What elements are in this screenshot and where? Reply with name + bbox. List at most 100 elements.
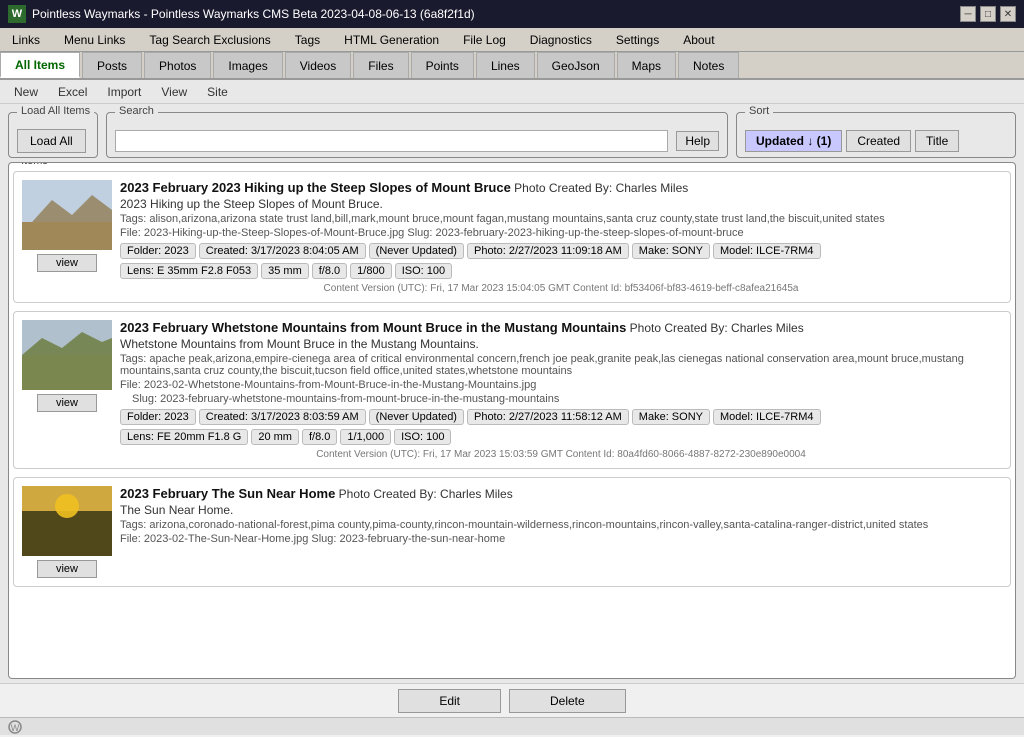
delete-button[interactable]: Delete (509, 689, 626, 713)
content-version-2: Content Version (UTC): Fri, 17 Mar 2023 … (120, 449, 1002, 460)
menu-tags[interactable]: Tags (283, 28, 332, 51)
item-badges2-1: Lens: E 35mm F2.8 F053 35 mm f/8.0 1/800… (120, 263, 1002, 279)
badge: (Never Updated) (369, 409, 464, 425)
load-all-label: Load All Items (17, 105, 94, 117)
titlebar-controls: ─ □ ✕ (960, 6, 1016, 22)
badge: Photo: 2/27/2023 11:58:12 AM (467, 409, 629, 425)
toolbar-view[interactable]: View (155, 83, 193, 101)
item-thumbnail-1: view (22, 180, 112, 294)
badge: Model: ILCE-7RM4 (713, 409, 821, 425)
item-slug-2: Slug: 2023-february-whetstone-mountains-… (120, 393, 1002, 405)
badge: 20 mm (251, 429, 299, 445)
view-button-3[interactable]: view (37, 560, 97, 578)
item-desc-1: 2023 Hiking up the Steep Slopes of Mount… (120, 197, 1002, 211)
main-area: Load All Items Load All Search Help Sort… (0, 104, 1024, 683)
thumbnail-image-2 (22, 320, 112, 390)
sort-title-button[interactable]: Title (915, 130, 959, 152)
item-file-1: File: 2023-Hiking-up-the-Steep-Slopes-of… (120, 227, 1002, 239)
item-tags-1: Tags: alison,arizona,arizona state trust… (120, 213, 1002, 225)
tab-lines[interactable]: Lines (476, 52, 535, 78)
tab-images[interactable]: Images (213, 52, 282, 78)
menu-diagnostics[interactable]: Diagnostics (518, 28, 604, 51)
item-desc-3: The Sun Near Home. (120, 503, 1002, 517)
menu-tag-search-exclusions[interactable]: Tag Search Exclusions (137, 28, 282, 51)
bottom-bar: Edit Delete (0, 683, 1024, 717)
badge: Make: SONY (632, 409, 710, 425)
table-row: view 2023 February The Sun Near Home Pho… (13, 477, 1011, 587)
item-content-2: 2023 February Whetstone Mountains from M… (120, 320, 1002, 460)
edit-button[interactable]: Edit (398, 689, 501, 713)
status-bar: W (0, 717, 1024, 735)
menu-file-log[interactable]: File Log (451, 28, 518, 51)
badge: Make: SONY (632, 243, 710, 259)
menu-html-generation[interactable]: HTML Generation (332, 28, 451, 51)
badge: Photo: 2/27/2023 11:09:18 AM (467, 243, 629, 259)
item-badges-1: Folder: 2023 Created: 3/17/2023 8:04:05 … (120, 243, 1002, 259)
table-row: view 2023 February 2023 Hiking up the St… (13, 171, 1011, 303)
app-logo: W (8, 5, 26, 23)
tab-files[interactable]: Files (353, 52, 408, 78)
toolbar-import[interactable]: Import (101, 83, 147, 101)
toolbar-new[interactable]: New (8, 83, 44, 101)
tab-geojson[interactable]: GeoJson (537, 52, 615, 78)
sort-updated-button[interactable]: Updated ↓ (1) (745, 130, 842, 152)
svg-text:W: W (11, 723, 20, 733)
tab-notes[interactable]: Notes (678, 52, 739, 78)
item-tags-2: Tags: apache peak,arizona,empire-cienega… (120, 353, 1002, 377)
tab-points[interactable]: Points (411, 52, 474, 78)
sort-label: Sort (745, 105, 773, 117)
view-button-1[interactable]: view (37, 254, 97, 272)
item-file-3: File: 2023-02-The-Sun-Near-Home.jpg Slug… (120, 533, 1002, 545)
load-all-group: Load All Items Load All (8, 112, 98, 158)
tab-photos[interactable]: Photos (144, 52, 211, 78)
search-input[interactable] (115, 130, 668, 152)
item-type-2: Photo Created By: Charles Miles (630, 321, 804, 335)
item-tags-3: Tags: arizona,coronado-national-forest,p… (120, 519, 1002, 531)
item-content-1: 2023 February 2023 Hiking up the Steep S… (120, 180, 1002, 294)
badge: ISO: 100 (394, 429, 451, 445)
item-thumbnail-2: view (22, 320, 112, 460)
item-title-row-2: 2023 February Whetstone Mountains from M… (120, 320, 1002, 335)
items-group: Items view 2023 February 20 (8, 162, 1016, 679)
item-file-2: File: 2023-02-Whetstone-Mountains-from-M… (120, 379, 1002, 391)
thumbnail-image-3 (22, 486, 112, 556)
tab-videos[interactable]: Videos (285, 52, 351, 78)
badge: 1/1,000 (340, 429, 391, 445)
close-button[interactable]: ✕ (1000, 6, 1016, 22)
menu-about[interactable]: About (671, 28, 726, 51)
items-scroll[interactable]: view 2023 February 2023 Hiking up the St… (9, 163, 1015, 678)
tab-maps[interactable]: Maps (617, 52, 676, 78)
menu-menu-links[interactable]: Menu Links (52, 28, 137, 51)
badge: Created: 3/17/2023 8:03:59 AM (199, 409, 366, 425)
maximize-button[interactable]: □ (980, 6, 996, 22)
sort-created-button[interactable]: Created (846, 130, 911, 152)
help-button[interactable]: Help (676, 131, 719, 151)
toolbar-excel[interactable]: Excel (52, 83, 93, 101)
item-badges2-2: Lens: FE 20mm F1.8 G 20 mm f/8.0 1/1,000… (120, 429, 1002, 445)
item-title-row-3: 2023 February The Sun Near Home Photo Cr… (120, 486, 1002, 501)
titlebar: W Pointless Waymarks - Pointless Waymark… (0, 0, 1024, 28)
search-label: Search (115, 105, 158, 117)
table-row: view 2023 February Whetstone Mountains f… (13, 311, 1011, 469)
badge: 1/800 (350, 263, 392, 279)
tab-all-items[interactable]: All Items (0, 52, 80, 78)
menu-settings[interactable]: Settings (604, 28, 671, 51)
menu-links[interactable]: Links (0, 28, 52, 51)
tabs-row-main: All Items Posts Photos Images Videos Fil… (0, 52, 1024, 80)
toolbar-site[interactable]: Site (201, 83, 234, 101)
load-all-button[interactable]: Load All (17, 129, 86, 153)
badge: Lens: E 35mm F2.8 F053 (120, 263, 258, 279)
view-button-2[interactable]: view (37, 394, 97, 412)
item-title-text-1: 2023 February 2023 Hiking up the Steep S… (120, 180, 511, 195)
item-type-1: Photo Created By: Charles Miles (514, 181, 688, 195)
item-content-3: 2023 February The Sun Near Home Photo Cr… (120, 486, 1002, 578)
items-label: Items (17, 162, 52, 167)
tab-posts[interactable]: Posts (82, 52, 142, 78)
item-badges-2: Folder: 2023 Created: 3/17/2023 8:03:59 … (120, 409, 1002, 425)
minimize-button[interactable]: ─ (960, 6, 976, 22)
badge: Folder: 2023 (120, 243, 196, 259)
badge: Model: ILCE-7RM4 (713, 243, 821, 259)
toolbar: New Excel Import View Site (0, 80, 1024, 104)
search-group: Search Help (106, 112, 728, 158)
thumbnail-image-1 (22, 180, 112, 250)
